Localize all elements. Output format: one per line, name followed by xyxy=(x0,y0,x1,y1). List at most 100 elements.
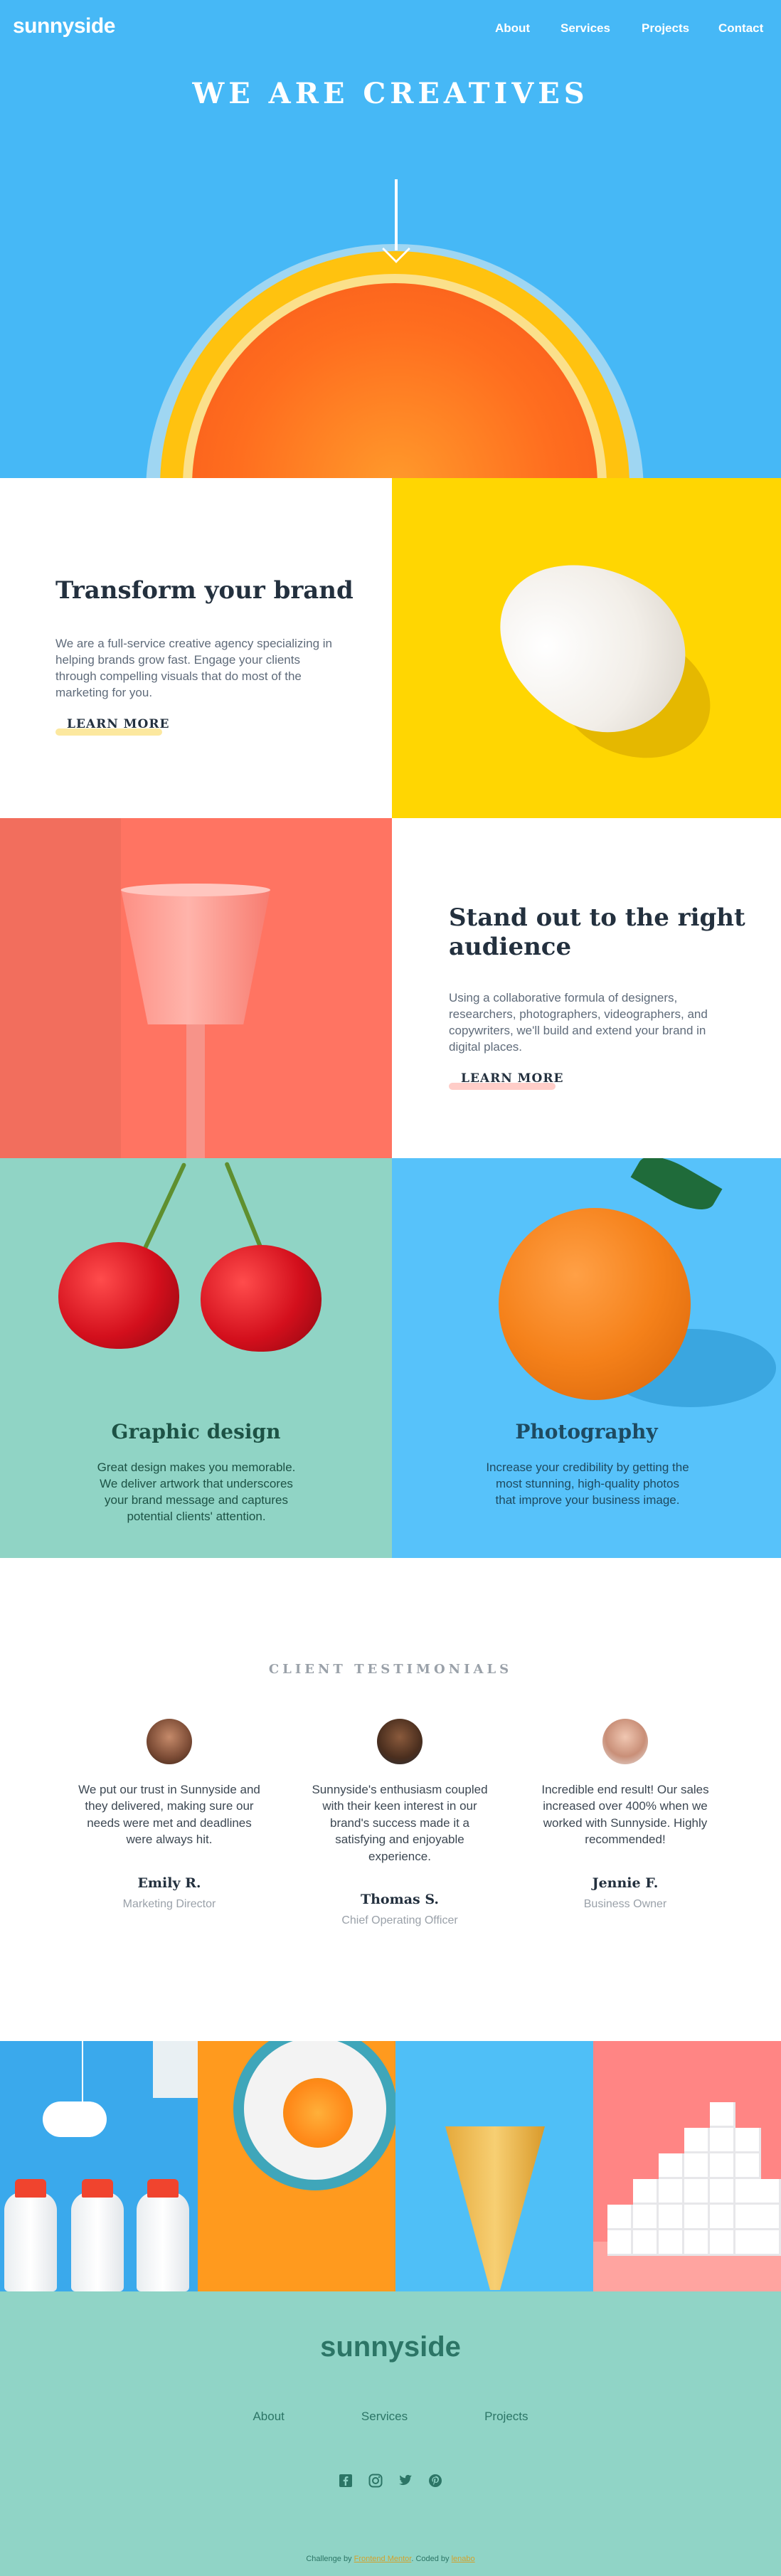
gallery-milk-bottles-image xyxy=(0,2041,198,2291)
graphic-design-text: Great design makes you memorable. We del… xyxy=(97,1461,296,1523)
sugar-cube xyxy=(755,2179,781,2205)
egg-image xyxy=(392,478,781,818)
header-logo[interactable]: sunnyside xyxy=(13,14,115,38)
instagram-icon[interactable] xyxy=(368,2473,383,2488)
photography-card: Photography Increase your credibility by… xyxy=(392,1158,781,1558)
milk-bottle xyxy=(4,2192,57,2291)
photography-title: Photography xyxy=(515,1420,658,1443)
sugar-cube xyxy=(735,2153,761,2179)
sugar-cube xyxy=(684,2153,710,2179)
sugar-cube xyxy=(633,2230,659,2256)
author-link[interactable]: lenabo xyxy=(452,2555,475,2563)
orange-leaf xyxy=(630,1158,723,1220)
pinterest-icon[interactable] xyxy=(427,2473,443,2488)
sugar-cube xyxy=(684,2128,710,2153)
sugar-cube xyxy=(607,2205,633,2230)
footer-link-about[interactable]: About xyxy=(253,2410,284,2424)
facebook-icon[interactable] xyxy=(338,2473,354,2488)
feature-standout-text: Using a collaborative formula of designe… xyxy=(449,991,708,1054)
footer-link-projects[interactable]: Projects xyxy=(484,2410,528,2424)
feature-transform-learn-more[interactable]: LEARN MORE xyxy=(67,717,169,734)
testimonial-quote: We put our trust in Sunnyside and they d… xyxy=(78,1783,260,1847)
cherry-image xyxy=(201,1245,322,1352)
social-links xyxy=(0,2473,781,2488)
testimonials-heading: CLIENT TESTIMONIALS xyxy=(268,1662,513,1677)
orange-slice xyxy=(283,2078,353,2148)
twitter-icon[interactable] xyxy=(398,2473,413,2488)
sugar-cube xyxy=(607,2230,633,2256)
feature-standout-panel: Stand out to the right audience Using a … xyxy=(392,818,781,1158)
gallery-sugar-cubes-image xyxy=(593,2041,781,2291)
sugar-cube xyxy=(735,2128,761,2153)
credit-prefix: Challenge by xyxy=(306,2555,352,2563)
sugar-cube xyxy=(684,2230,710,2256)
sugar-cube xyxy=(684,2179,710,2205)
glass-image xyxy=(0,818,392,1158)
sugar-cube xyxy=(684,2205,710,2230)
sugar-cube xyxy=(710,2102,735,2128)
graphic-design-title: Graphic design xyxy=(111,1420,281,1443)
milk-bottle xyxy=(71,2192,124,2291)
footer-logo[interactable]: sunnyside xyxy=(0,2331,781,2363)
testimonial-card: Sunnyside's enthusiasm coupled with thei… xyxy=(307,1719,492,1927)
nav-services[interactable]: Services xyxy=(560,21,610,36)
feature-transform-panel: Transform your brand We are a full-servi… xyxy=(0,478,392,818)
cloud xyxy=(43,2101,107,2137)
testimonial-name: Jennie F. xyxy=(592,1875,659,1891)
testimonial-name: Thomas S. xyxy=(360,1892,439,1908)
feature-standout-title: Stand out to the right audience xyxy=(449,903,745,961)
milk-bottle-cap xyxy=(147,2179,179,2198)
feature-transform-title: Transform your brand xyxy=(55,576,354,605)
testimonial-quote: Incredible end result! Our sales increas… xyxy=(541,1783,709,1847)
testimonial-quote: Sunnyside's enthusiasm coupled with thei… xyxy=(312,1783,488,1863)
testimonial-name: Emily R. xyxy=(137,1875,201,1891)
sugar-cube xyxy=(755,2230,781,2256)
sugar-cube xyxy=(633,2179,659,2205)
sugar-cube xyxy=(659,2153,684,2179)
sugar-cube xyxy=(710,2128,735,2153)
footer-link-services[interactable]: Services xyxy=(361,2410,408,2424)
testimonial-role: Business Owner xyxy=(583,1897,667,1910)
sugar-cube xyxy=(659,2205,684,2230)
nav-contact[interactable]: Contact xyxy=(718,21,763,36)
milk-bottle xyxy=(137,2192,189,2291)
cherry-stem xyxy=(137,1162,187,1261)
avatar xyxy=(602,1719,648,1764)
gallery-ice-cream-cone-image xyxy=(395,2041,593,2291)
graphic-design-card: Graphic design Great design makes you me… xyxy=(0,1158,392,1558)
sugar-cube xyxy=(710,2230,735,2256)
glass-cup xyxy=(121,889,270,1024)
feature-transform-text: We are a full-service creative agency sp… xyxy=(55,637,332,699)
footer: sunnyside About Services Projects Challe… xyxy=(0,2291,781,2576)
avatar xyxy=(147,1719,192,1764)
credit-mid: . Coded by xyxy=(411,2555,450,2563)
testimonial-card: Incredible end result! Our sales increas… xyxy=(533,1719,718,1911)
sugar-cube xyxy=(659,2230,684,2256)
sugar-cube xyxy=(710,2205,735,2230)
feature-standout-learn-more[interactable]: LEARN MORE xyxy=(461,1071,563,1088)
nav-about[interactable]: About xyxy=(495,21,530,36)
milk-bottle-cap xyxy=(82,2179,113,2198)
testimonial-role: Marketing Director xyxy=(122,1897,216,1910)
sugar-cube xyxy=(633,2205,659,2230)
gallery xyxy=(0,2041,781,2291)
milk-bg-shape xyxy=(153,2041,198,2098)
glass-rim xyxy=(121,884,270,896)
avatar xyxy=(377,1719,423,1764)
sugar-cube xyxy=(755,2205,781,2230)
sugar-cube xyxy=(710,2179,735,2205)
hero-section: sunnyside About Services Projects Contac… xyxy=(0,0,781,478)
footer-nav: About Services Projects xyxy=(0,2410,781,2424)
frontend-mentor-link[interactable]: Frontend Mentor xyxy=(354,2555,412,2563)
gallery-orange-plate-image xyxy=(198,2041,395,2291)
nav-projects[interactable]: Projects xyxy=(642,21,689,36)
hero-title: WE ARE CREATIVES xyxy=(192,77,589,110)
testimonial-role: Chief Operating Officer xyxy=(341,1914,458,1927)
glass-shadow xyxy=(0,818,121,1158)
orange-image xyxy=(499,1208,691,1400)
sugar-cube xyxy=(659,2179,684,2205)
sugar-cube xyxy=(710,2153,735,2179)
milk-bottle-cap xyxy=(15,2179,46,2198)
testimonial-card: We put our trust in Sunnyside and they d… xyxy=(77,1719,262,1911)
footer-credit: Challenge by Frontend Mentor. Coded by l… xyxy=(0,2555,781,2563)
